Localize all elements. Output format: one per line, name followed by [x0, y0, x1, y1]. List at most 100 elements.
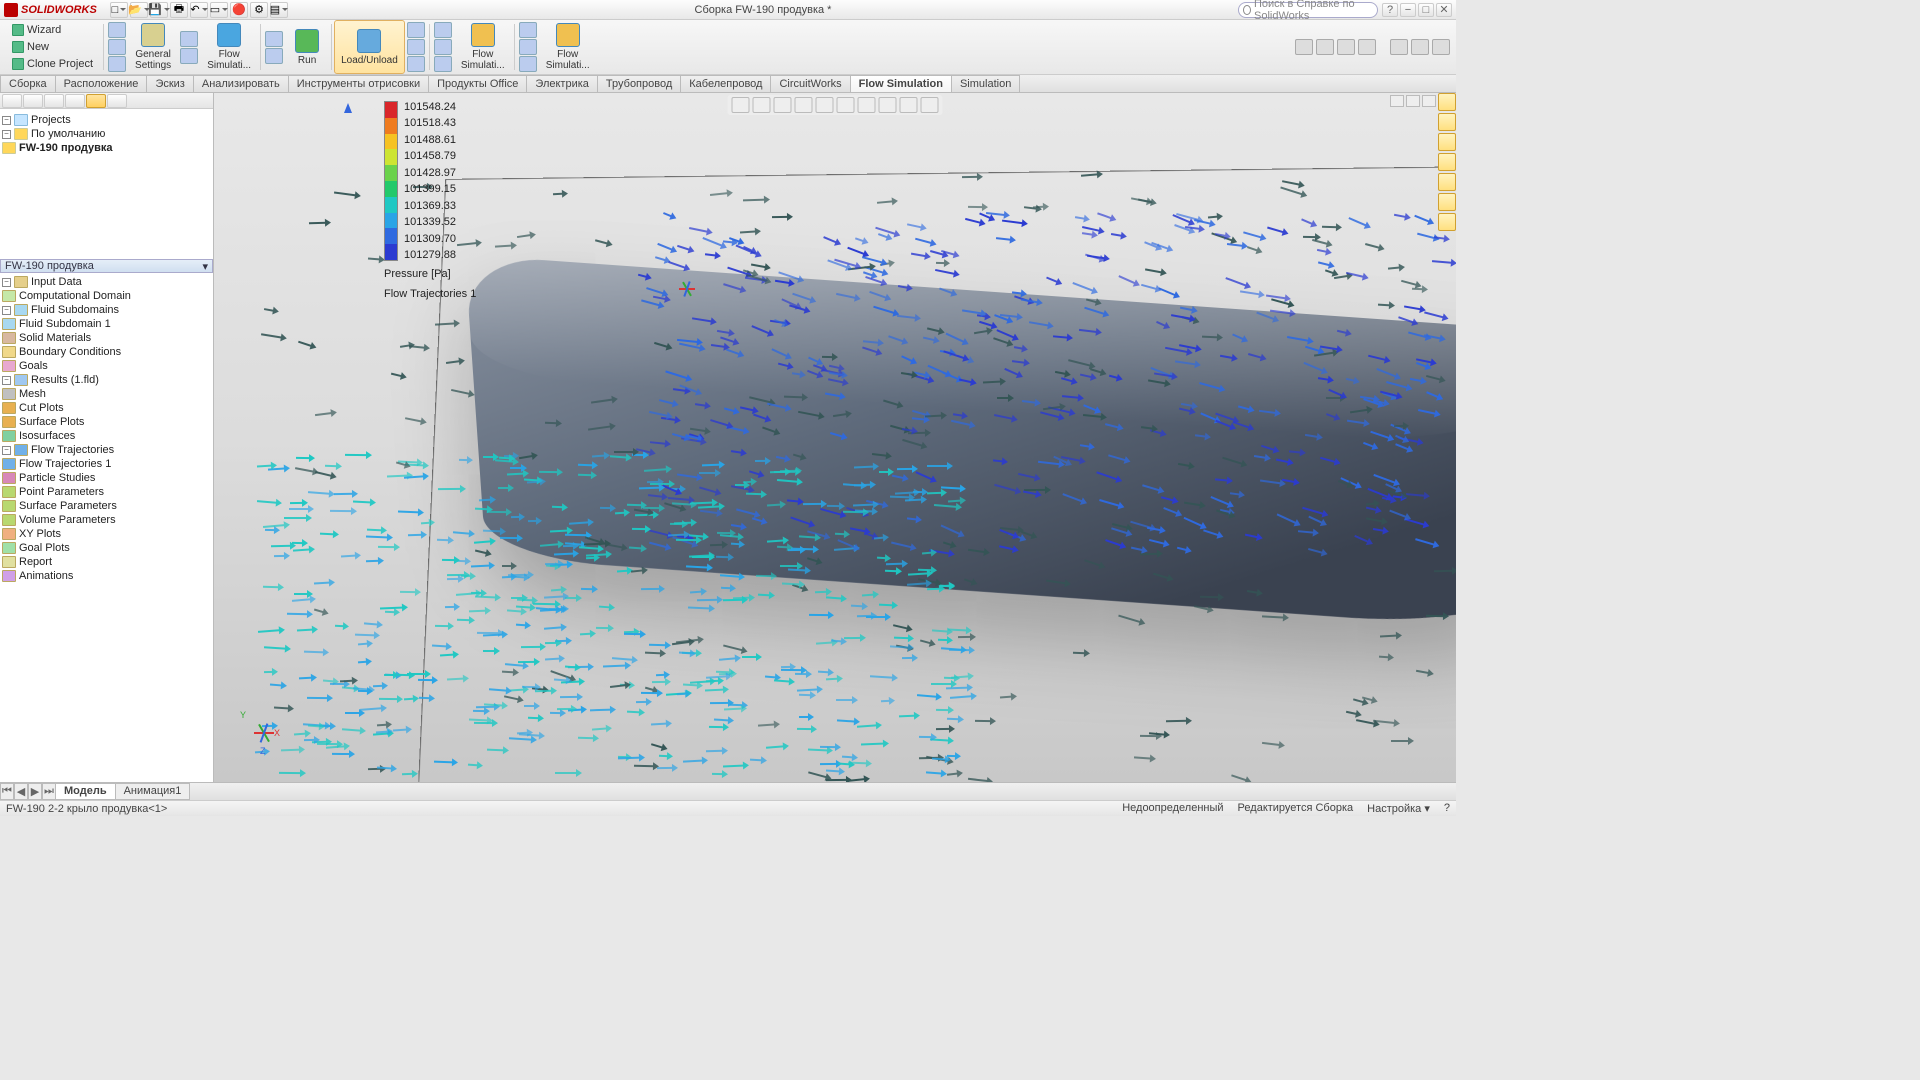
flow-sim-button-2[interactable]: Flow Simulati... [454, 20, 512, 74]
ribbon-icon[interactable] [108, 39, 126, 55]
solid-materials-node[interactable]: Solid Materials [2, 331, 211, 345]
particle-studies-node[interactable]: Particle Studies [2, 471, 211, 485]
animations-node[interactable]: Animations [2, 569, 211, 583]
lights-icon[interactable] [1358, 39, 1376, 55]
record-icon[interactable] [1432, 39, 1450, 55]
mesh-node[interactable]: Mesh [2, 387, 211, 401]
comp-domain-node[interactable]: Computational Domain [2, 289, 211, 303]
fluid-subdomain-1-node[interactable]: Fluid Subdomain 1 [2, 317, 211, 331]
surface-parameters-node[interactable]: Surface Parameters [2, 499, 211, 513]
ribbon-icon[interactable] [407, 22, 425, 38]
vp-max-icon[interactable] [1422, 95, 1436, 107]
maximize-button[interactable]: □ [1418, 3, 1434, 17]
vp-restore-icon[interactable] [1406, 95, 1420, 107]
last-icon[interactable]: ⏭ [42, 783, 56, 800]
dm-tab[interactable] [65, 94, 85, 108]
fm-tab[interactable] [2, 94, 22, 108]
ribbon-icon[interactable] [434, 39, 452, 55]
taskpane-tab[interactable] [1438, 133, 1456, 151]
pm-tab[interactable] [23, 94, 43, 108]
surface-plots-node[interactable]: Surface Plots [2, 415, 211, 429]
clone-project-button[interactable]: Clone Project [10, 56, 95, 72]
decal-icon[interactable] [1337, 39, 1355, 55]
scene-icon[interactable] [900, 97, 918, 113]
study-bar[interactable]: FW-190 продувка▾ [0, 259, 213, 273]
load-results-button[interactable]: Load/Unload [334, 20, 405, 74]
cm-tab[interactable]: Simulation [951, 75, 1020, 92]
cm-tab[interactable]: Flow Simulation [850, 75, 952, 92]
projects-default[interactable]: −По умолчанию [2, 127, 211, 141]
taskpane-tab[interactable] [1438, 93, 1456, 111]
ribbon-icon[interactable] [434, 56, 452, 72]
status-custom[interactable]: Настройка ▾ [1367, 802, 1430, 815]
appearance-icon[interactable] [879, 97, 897, 113]
qat-new-button[interactable]: □ [110, 2, 128, 18]
boundary-conditions-node[interactable]: Boundary Conditions [2, 345, 211, 359]
qat-misc-button[interactable]: ▤ [270, 2, 288, 18]
general-settings-button[interactable]: General Settings [128, 20, 178, 74]
taskpane-tab[interactable] [1438, 193, 1456, 211]
flow-trajectories-1-node[interactable]: Flow Trajectories 1 [2, 457, 211, 471]
cm-tab[interactable]: Электрика [526, 75, 598, 92]
model-tab[interactable]: Модель [55, 783, 116, 800]
cm-tab[interactable]: Расположение [55, 75, 148, 92]
fluid-subdomains-node[interactable]: −Fluid Subdomains [2, 303, 211, 317]
cm-tab[interactable]: Трубопровод [597, 75, 681, 92]
ribbon-icon[interactable] [265, 48, 283, 64]
goal-plots-node[interactable]: Goal Plots [2, 541, 211, 555]
point-parameters-node[interactable]: Point Parameters [2, 485, 211, 499]
ribbon-icon[interactable] [108, 56, 126, 72]
projects-config[interactable]: FW-190 продувка [2, 141, 211, 155]
cm-tab[interactable]: Кабелепровод [680, 75, 771, 92]
results-node[interactable]: −Results (1.fld) [2, 373, 211, 387]
taskpane-tab[interactable] [1438, 153, 1456, 171]
camera-icon[interactable] [1390, 39, 1408, 55]
ribbon-icon[interactable] [519, 22, 537, 38]
next-icon[interactable]: ▶ [28, 783, 42, 800]
view-orient-icon[interactable] [816, 97, 834, 113]
qat-open-button[interactable]: 📂 [130, 2, 148, 18]
qat-print-button[interactable]: 🖶 [170, 2, 188, 18]
view-settings-icon[interactable] [921, 97, 939, 113]
status-help-icon[interactable]: ? [1444, 802, 1450, 815]
minimize-button[interactable]: − [1400, 3, 1416, 17]
ribbon-icon[interactable] [407, 56, 425, 72]
ribbon-icon[interactable] [265, 31, 283, 47]
taskpane-tab[interactable] [1438, 173, 1456, 191]
ribbon-icon[interactable] [180, 48, 198, 64]
ribbon-icon[interactable] [434, 22, 452, 38]
color-legend[interactable]: 101548.24101518.43101488.61101458.791014… [384, 101, 456, 261]
zoom-area-icon[interactable] [753, 97, 771, 113]
qat-rebuild-button[interactable]: 🔴 [230, 2, 248, 18]
hide-show-icon[interactable] [858, 97, 876, 113]
taskpane-tab[interactable] [1438, 213, 1456, 231]
cm-tab[interactable]: Сборка [0, 75, 56, 92]
cm-tab[interactable]: Эскиз [146, 75, 193, 92]
run-button[interactable]: Run [285, 20, 329, 74]
qat-select-button[interactable]: ▭ [210, 2, 228, 18]
section-view-icon[interactable] [795, 97, 813, 113]
ribbon-icon[interactable] [519, 56, 537, 72]
ribbon-icon[interactable] [108, 22, 126, 38]
cm-tab[interactable]: Анализировать [193, 75, 289, 92]
prev-view-icon[interactable] [774, 97, 792, 113]
vp-min-icon[interactable] [1390, 95, 1404, 107]
render-icon[interactable] [1411, 39, 1429, 55]
flowsim-tab[interactable] [86, 94, 106, 108]
ribbon-icon[interactable] [180, 31, 198, 47]
report-node[interactable]: Report [2, 555, 211, 569]
graphics-viewport[interactable]: 101548.24101518.43101488.61101458.791014… [214, 93, 1456, 782]
projects-root[interactable]: −Projects [2, 113, 211, 127]
display-style-icon[interactable] [837, 97, 855, 113]
flow-trajectories-node[interactable]: −Flow Trajectories [2, 443, 211, 457]
zoom-fit-icon[interactable] [732, 97, 750, 113]
ribbon-icon[interactable] [519, 39, 537, 55]
flow-sim-dd-button[interactable]: Flow Simulati... [200, 20, 258, 74]
prev-icon[interactable]: ◀ [14, 783, 28, 800]
new-project-button[interactable]: New [10, 39, 95, 55]
extra-tab[interactable] [107, 94, 127, 108]
cm-tab[interactable]: Продукты Office [428, 75, 527, 92]
input-data-node[interactable]: −Input Data [2, 275, 211, 289]
cut-plots-node[interactable]: Cut Plots [2, 401, 211, 415]
xy-plots-node[interactable]: XY Plots [2, 527, 211, 541]
